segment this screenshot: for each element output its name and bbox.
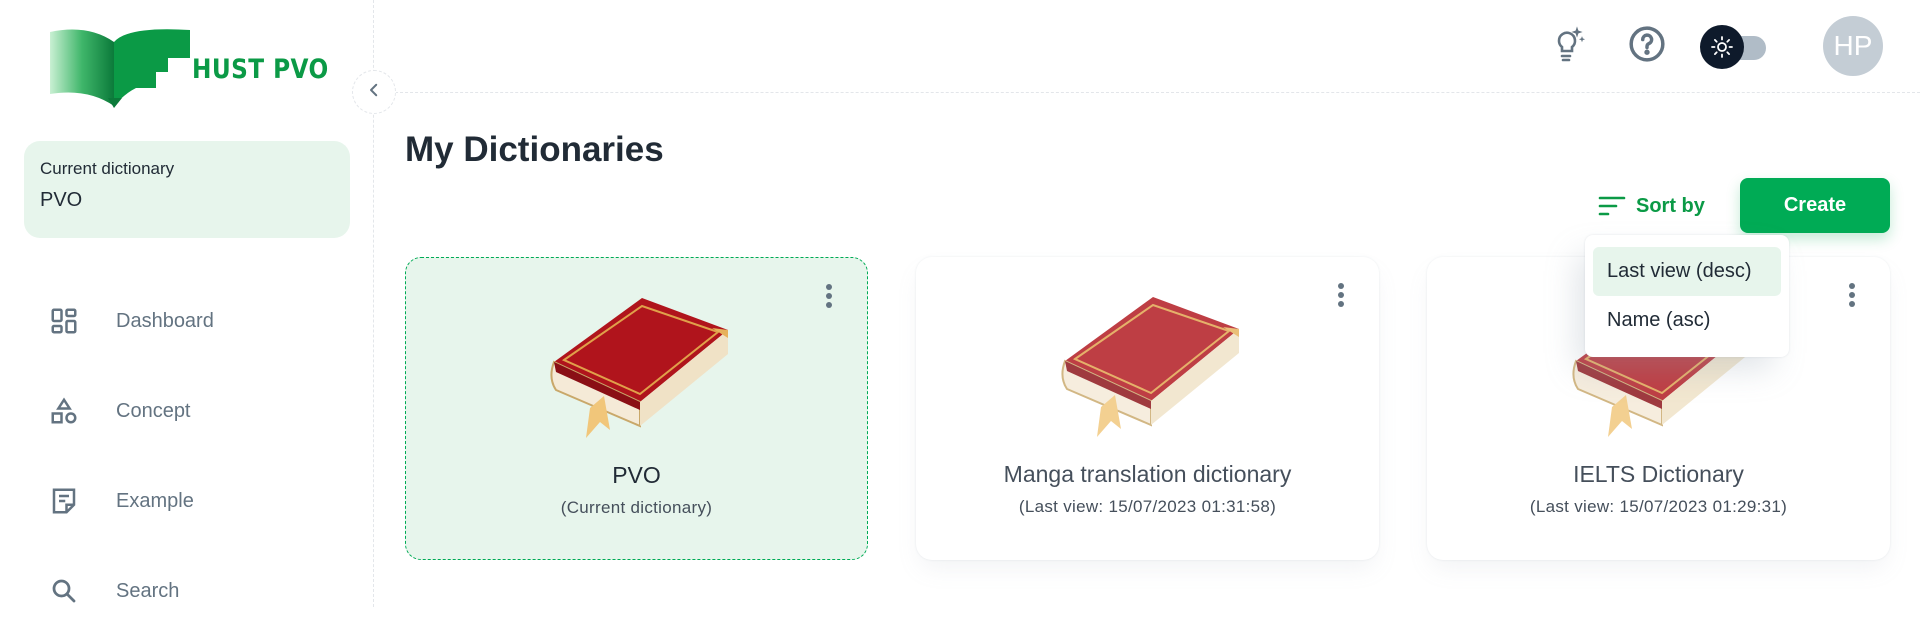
current-dictionary-value: PVO [40,189,83,211]
dictionary-subtitle: (Current dictionary) [560,498,713,517]
sort-option-last-view[interactable]: Last view (desc) [1593,247,1781,296]
help-icon [1628,25,1666,68]
collapse-sidebar-button[interactable] [352,70,396,114]
lightbulb-sparkle-icon [1545,23,1587,70]
dictionary-card[interactable]: Manga translation dictionary (Last view:… [916,257,1379,560]
logo-text: HUST PVO [192,53,329,85]
tips-button[interactable] [1545,25,1587,67]
more-vertical-icon [1337,282,1345,313]
dictionary-subtitle: (Last view: 15/07/2023 01:31:58) [1018,497,1277,516]
book-icon [542,290,732,440]
dashboard-icon [48,305,80,337]
sort-menu: Last view (desc) Name (asc) [1585,235,1789,357]
sort-label: Sort by [1636,194,1705,217]
sidebar-item-concept[interactable]: Concept [24,366,350,456]
sort-icon [1598,195,1626,217]
avatar[interactable]: HP [1823,16,1883,76]
logo[interactable]: HUST PVO [48,28,351,110]
sidebar-item-label: Dashboard [116,309,214,332]
sidebar-item-dashboard[interactable]: Dashboard [24,276,350,366]
dictionary-name: Manga translation dictionary [1003,461,1292,487]
search-icon [48,575,80,607]
chevron-left-icon [365,81,383,104]
more-options-button[interactable] [1840,277,1864,317]
note-icon [48,485,80,517]
dictionary-name: IELTS Dictionary [1573,461,1744,487]
sidebar-item-label: Concept [116,399,191,422]
create-button[interactable]: Create [1740,178,1890,233]
dictionary-name: PVO [612,462,661,488]
sidebar-item-example[interactable]: Example [24,456,350,546]
dictionary-card[interactable]: PVO (Current dictionary) [405,257,868,560]
sidebar: HUST PVO Current dictionary PVO Dashboar… [0,0,374,607]
dictionary-subtitle: (Last view: 15/07/2023 01:29:31) [1529,497,1788,516]
sort-button[interactable]: Sort by [1598,188,1705,224]
more-options-button[interactable] [817,278,841,318]
more-vertical-icon [1848,282,1856,313]
current-dictionary-label: Current dictionary [40,159,175,178]
more-options-button[interactable] [1329,277,1353,317]
theme-toggle-icon [1700,25,1744,69]
sort-option-name[interactable]: Name (asc) [1593,296,1781,345]
sidebar-item-label: Example [116,489,194,512]
help-button[interactable] [1626,25,1668,67]
logo-icon [48,28,190,110]
current-dictionary-panel[interactable]: Current dictionary PVO [24,141,350,238]
top-header: HP [375,0,1920,93]
page-title: My Dictionaries [405,130,664,169]
shapes-icon [48,395,80,427]
book-icon [1053,289,1243,439]
sidebar-nav: Dashboard Concept Example Search [24,276,350,636]
sidebar-item-label: Search [116,579,180,602]
theme-toggle[interactable] [1700,25,1766,69]
sidebar-item-search[interactable]: Search [24,546,350,636]
more-vertical-icon [825,283,833,314]
